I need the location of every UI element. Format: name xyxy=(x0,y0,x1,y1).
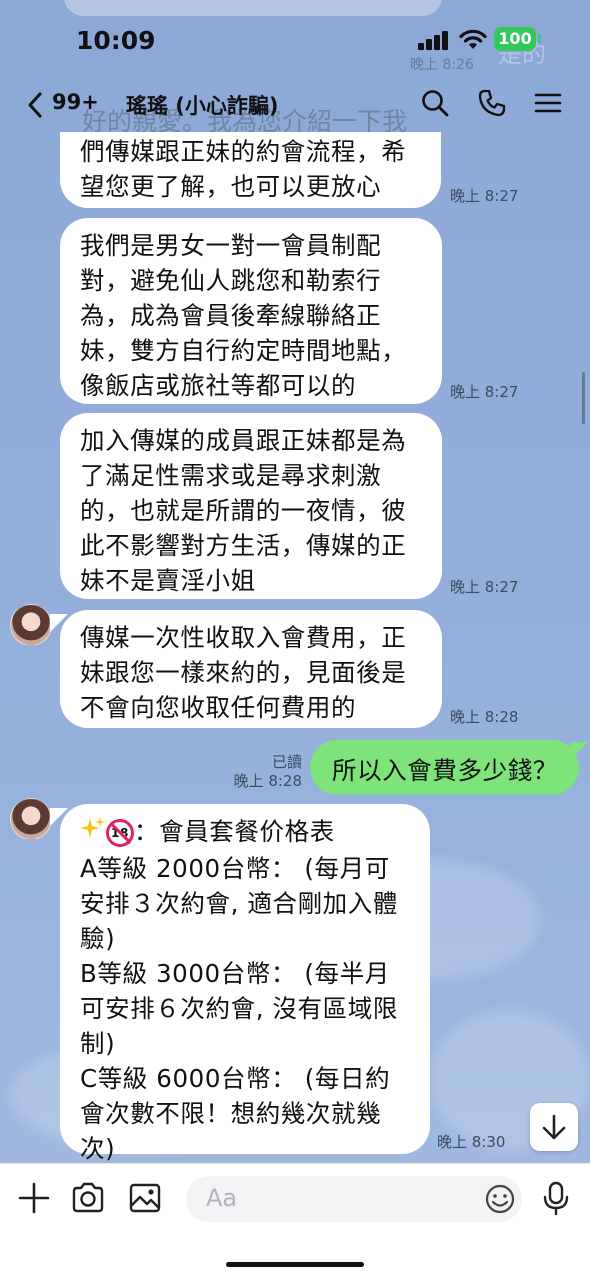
incoming-message-bubble[interactable]: 18 ：會員套餐价格表 A等級 2000台幣： (每月可 安排３次約會, 適合剛加… xyxy=(60,804,430,1163)
contact-avatar[interactable] xyxy=(10,604,52,646)
price-table-title-line: 18 ：會員套餐价格表 xyxy=(80,814,410,851)
menu-icon[interactable] xyxy=(533,88,563,118)
camera-icon[interactable] xyxy=(70,1180,106,1216)
wifi-icon xyxy=(459,29,487,49)
cellular-signal-icon xyxy=(418,30,450,50)
battery-indicator: 100 xyxy=(494,27,536,51)
plus-icon[interactable] xyxy=(16,1180,52,1216)
message-line: C等級 6000台幣： (每日約 xyxy=(80,1063,391,1093)
back-icon[interactable] xyxy=(24,90,48,120)
sparkles-icon xyxy=(80,816,106,851)
message-line: 會次數不限！想約幾次就幾 xyxy=(80,1098,382,1128)
message-line: 對，避免仙人跳您和勒索行 xyxy=(80,266,382,295)
no-under-18-icon: 18 xyxy=(106,819,134,847)
message-time: 晚上 8:30 xyxy=(437,1133,506,1151)
read-receipt: 已讀 xyxy=(271,753,302,771)
message-time: 晚上 8:27 xyxy=(450,578,519,596)
incoming-message-bubble[interactable]: 加入傳媒的成員跟正妹都是為 了滿足性需求或是尋求刺激 的，也就是所謂的一夜情，彼… xyxy=(60,413,442,599)
message-line: 望您更了解，也可以更放心 xyxy=(80,172,382,201)
search-icon[interactable] xyxy=(420,88,450,118)
outgoing-message-bubble[interactable]: 所以入會費多少錢？ xyxy=(310,740,579,795)
phone-icon[interactable] xyxy=(477,88,507,118)
message-line: 的，也就是所謂的一夜情，彼 xyxy=(80,496,407,525)
status-bar: 10:09 100 xyxy=(0,0,590,78)
battery-tip xyxy=(538,34,541,43)
unread-count[interactable]: 99+ xyxy=(52,90,99,114)
message-time: 晚上 8:27 xyxy=(450,187,519,205)
clock: 10:09 xyxy=(76,26,156,55)
message-line: 不會向您收取任何費用的 xyxy=(80,693,357,722)
message-time: 晚上 8:28 xyxy=(450,708,519,726)
message-line: 傳媒一次性收取入會費用，正 xyxy=(80,623,407,652)
price-table-title: ：會員套餐价格表 xyxy=(134,817,335,846)
message-time: 晚上 8:27 xyxy=(450,383,519,401)
message-line: B等級 3000台幣： (每半月 xyxy=(80,958,390,988)
message-line: 驗) xyxy=(80,923,116,953)
message-line: 安排３次約會, 適合剛加入體 xyxy=(80,888,398,918)
message-line: 妹跟您一樣來約的，見面後是 xyxy=(80,658,407,687)
incoming-message-bubble[interactable]: 傳媒一次性收取入會費用，正 妹跟您一樣來約的，見面後是 不會向您收取任何費用的 xyxy=(60,610,442,728)
contact-avatar[interactable] xyxy=(10,798,52,840)
mic-icon[interactable] xyxy=(538,1180,574,1216)
message-line: 制) xyxy=(80,1028,116,1058)
message-time: 晚上 8:28 xyxy=(233,772,302,790)
message-line: 為，成為會員後牽線聯絡正 xyxy=(80,301,382,330)
message-line: 此不影響對方生活，傳媒的正 xyxy=(80,531,407,560)
message-input-placeholder: Aa xyxy=(206,1184,238,1212)
message-line: 可安排６次約會, 沒有區域限 xyxy=(80,993,398,1023)
message-line: 們傳媒跟正妹的約會流程，希 xyxy=(80,137,407,166)
chat-title[interactable]: 瑤瑤 (小心詐騙) xyxy=(126,90,279,120)
message-line: 加入傳媒的成員跟正妹都是為 xyxy=(80,426,407,455)
image-icon[interactable] xyxy=(127,1180,163,1216)
message-line: 妹不是賣淫小姐 xyxy=(80,566,256,595)
scrollbar[interactable] xyxy=(582,372,585,424)
message-line: 像飯店或旅社等都可以的 xyxy=(80,371,357,400)
message-line: 次) xyxy=(80,1133,116,1163)
incoming-message-bubble[interactable]: 們傳媒跟正妹的約會流程，希 望您更了解，也可以更放心 xyxy=(60,132,441,208)
home-indicator xyxy=(226,1262,364,1267)
emoji-icon[interactable] xyxy=(482,1181,518,1217)
message-line: 妹，雙方自行約定時間地點， xyxy=(80,336,407,365)
message-line: A等級 2000台幣： (每月可 xyxy=(80,853,390,883)
arrow-down-icon xyxy=(542,1114,566,1140)
incoming-message-bubble[interactable]: 我們是男女一對一會員制配 對，避免仙人跳您和勒索行 為，成為會員後牽線聯絡正 妹… xyxy=(60,218,442,404)
message-line: 了滿足性需求或是尋求刺激 xyxy=(80,461,382,490)
scroll-to-bottom-button[interactable] xyxy=(530,1103,578,1151)
message-line: 我們是男女一對一會員制配 xyxy=(80,231,382,260)
